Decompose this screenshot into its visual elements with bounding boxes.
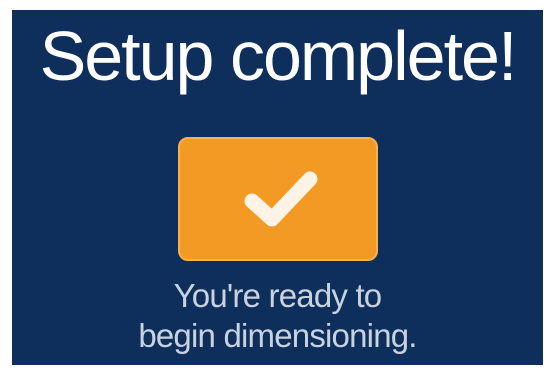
- page-title: Setup complete!: [39, 17, 518, 95]
- success-tile: [178, 137, 378, 261]
- completion-message: You're ready to begin dimensioning.: [12, 276, 543, 356]
- message-line-2: begin dimensioning.: [138, 317, 417, 354]
- setup-complete-screen: Setup complete! You're ready to begin di…: [12, 10, 543, 365]
- message-line-1: You're ready to: [173, 277, 383, 314]
- checkmark-icon: [244, 171, 318, 227]
